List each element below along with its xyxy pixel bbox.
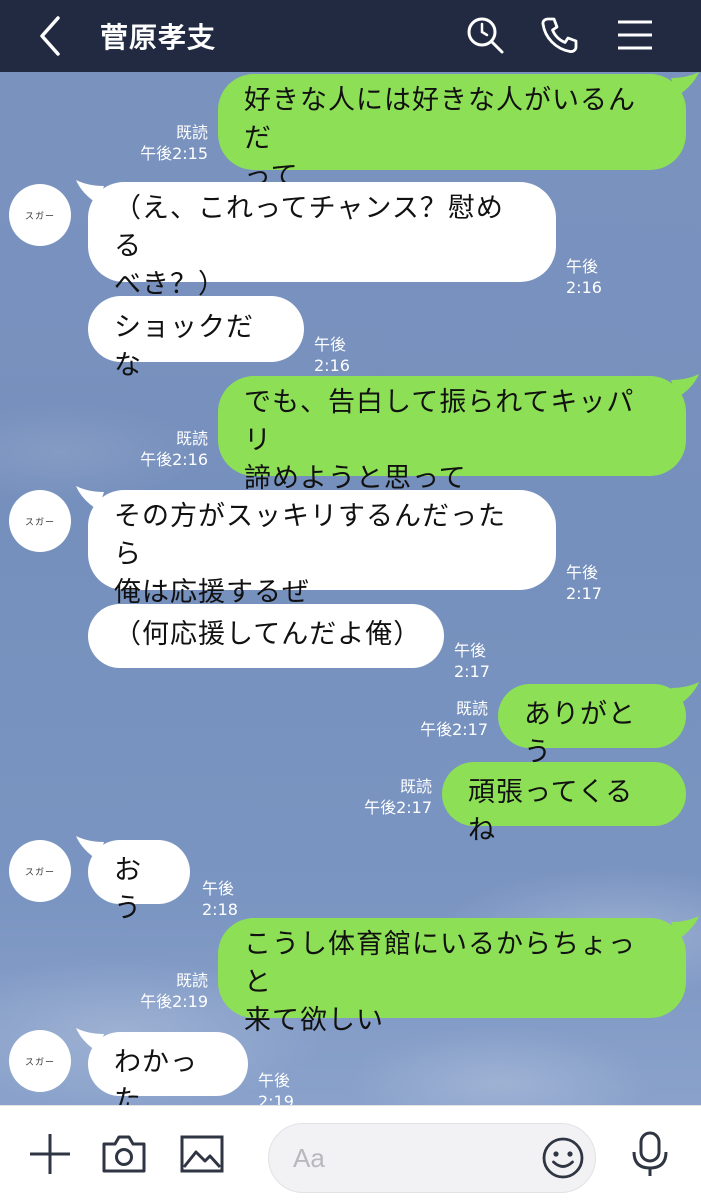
- message-time: 午後2:17: [454, 641, 490, 681]
- message-line: 来て欲しい: [244, 1005, 384, 1036]
- message-time: 午後2:17: [420, 720, 488, 739]
- message-time: 午後2:16: [140, 450, 208, 469]
- call-button[interactable]: [538, 14, 580, 56]
- outgoing-bubble[interactable]: でも、告白して振られてキッパリ 諦めようと思って: [218, 376, 686, 494]
- avatar-text: スガー: [24, 517, 55, 528]
- microphone-icon: [632, 1131, 668, 1176]
- voice-button[interactable]: [628, 1130, 676, 1178]
- message-line: でも、告白して振られてキッパリ: [244, 387, 635, 456]
- message-meta: 既読 午後2:17: [400, 698, 488, 740]
- incoming-bubble[interactable]: おう: [88, 840, 190, 924]
- message-line: こうし体育館にいるからちょっと: [244, 929, 636, 998]
- avatar[interactable]: スガー: [9, 1030, 71, 1092]
- image-button[interactable]: [178, 1130, 226, 1178]
- avatar[interactable]: スガー: [9, 840, 71, 902]
- bubble-tail-icon: [671, 374, 699, 398]
- bubble-tail-icon: [671, 916, 699, 940]
- plus-icon: [30, 1134, 70, 1174]
- message-input-bar: [0, 1105, 701, 1200]
- camera-button[interactable]: [100, 1130, 148, 1178]
- chat-header: 菅原孝支: [0, 0, 701, 72]
- chat-title: 菅原孝支: [100, 21, 217, 54]
- message-time: 午後2:18: [202, 879, 238, 919]
- message-time: 午後2:17: [364, 798, 432, 817]
- message-time: 午後2:15: [140, 144, 208, 163]
- message-line: （何応援してんだよ俺）: [114, 619, 422, 650]
- menu-button[interactable]: [614, 14, 656, 56]
- message-meta: 既読 午後2:16: [120, 428, 208, 470]
- message-time: 午後2:19: [140, 992, 208, 1011]
- message-line: 頑張ってくるね: [468, 777, 634, 846]
- outgoing-bubble[interactable]: ありがとう: [498, 684, 686, 768]
- incoming-bubble[interactable]: その方がスッキリするんだったら 俺は応援するぜ: [88, 490, 556, 608]
- message-line: 好きな人には好きな人がいるんだ: [244, 85, 636, 154]
- phone-icon: [541, 17, 578, 53]
- avatar-text: スガー: [24, 1057, 55, 1068]
- message-meta: 既読 午後2:17: [344, 776, 432, 818]
- message-line: ショックだな: [114, 312, 254, 381]
- message-time: 午後2:16: [566, 257, 602, 297]
- message-input-container[interactable]: [268, 1123, 596, 1193]
- image-icon: [180, 1135, 224, 1173]
- outgoing-bubble[interactable]: 好きな人には好きな人がいるんだ って: [218, 74, 686, 192]
- read-receipt: 既読: [399, 777, 432, 796]
- outgoing-bubble[interactable]: こうし体育館にいるからちょっと 来て欲しい: [218, 918, 686, 1036]
- search-button[interactable]: [464, 14, 506, 56]
- message-input[interactable]: [293, 1138, 533, 1178]
- message-line: おう: [114, 855, 142, 924]
- back-button[interactable]: [34, 14, 68, 58]
- message-time: 午後2:16: [314, 335, 350, 375]
- avatar[interactable]: スガー: [9, 490, 71, 552]
- camera-icon: [102, 1135, 146, 1173]
- message-time: 午後2:19: [258, 1071, 294, 1105]
- incoming-bubble[interactable]: （何応援してんだよ俺）: [88, 604, 444, 668]
- read-receipt: 既読: [175, 971, 208, 990]
- chat-area[interactable]: 好きな人には好きな人がいるんだ って 既読 午後2:15 スガー （え、これって…: [0, 72, 701, 1105]
- avatar-text: スガー: [24, 867, 55, 878]
- emoji-button[interactable]: [541, 1136, 585, 1180]
- read-receipt: 既読: [175, 123, 208, 142]
- incoming-bubble[interactable]: ショックだな: [88, 296, 304, 381]
- message-meta: 既読 午後2:15: [120, 122, 208, 164]
- message-meta: 既読 午後2:19: [120, 970, 208, 1012]
- message-line: （え、これってチャンス？慰める: [114, 193, 504, 262]
- emoji-icon: [542, 1137, 584, 1179]
- avatar[interactable]: スガー: [9, 184, 71, 246]
- outgoing-bubble[interactable]: 頑張ってくるね: [442, 762, 686, 846]
- add-button[interactable]: [26, 1130, 74, 1178]
- message-time: 午後2:17: [566, 563, 602, 603]
- avatar-text: スガー: [24, 211, 55, 222]
- incoming-bubble[interactable]: （え、これってチャンス？慰める べき？）: [88, 182, 556, 300]
- message-line: ありがとう: [524, 699, 636, 768]
- bubble-tail-icon: [671, 682, 699, 706]
- read-receipt: 既読: [455, 699, 488, 718]
- message-line: わかった: [114, 1047, 198, 1105]
- chevron-left-icon: [40, 16, 60, 56]
- search-icon: [467, 17, 504, 54]
- read-receipt: 既読: [175, 429, 208, 448]
- bubble-tail-icon: [671, 72, 699, 96]
- message-line: その方がスッキリするんだったら: [114, 501, 506, 570]
- incoming-bubble[interactable]: わかった: [88, 1032, 248, 1105]
- menu-icon: [618, 20, 652, 50]
